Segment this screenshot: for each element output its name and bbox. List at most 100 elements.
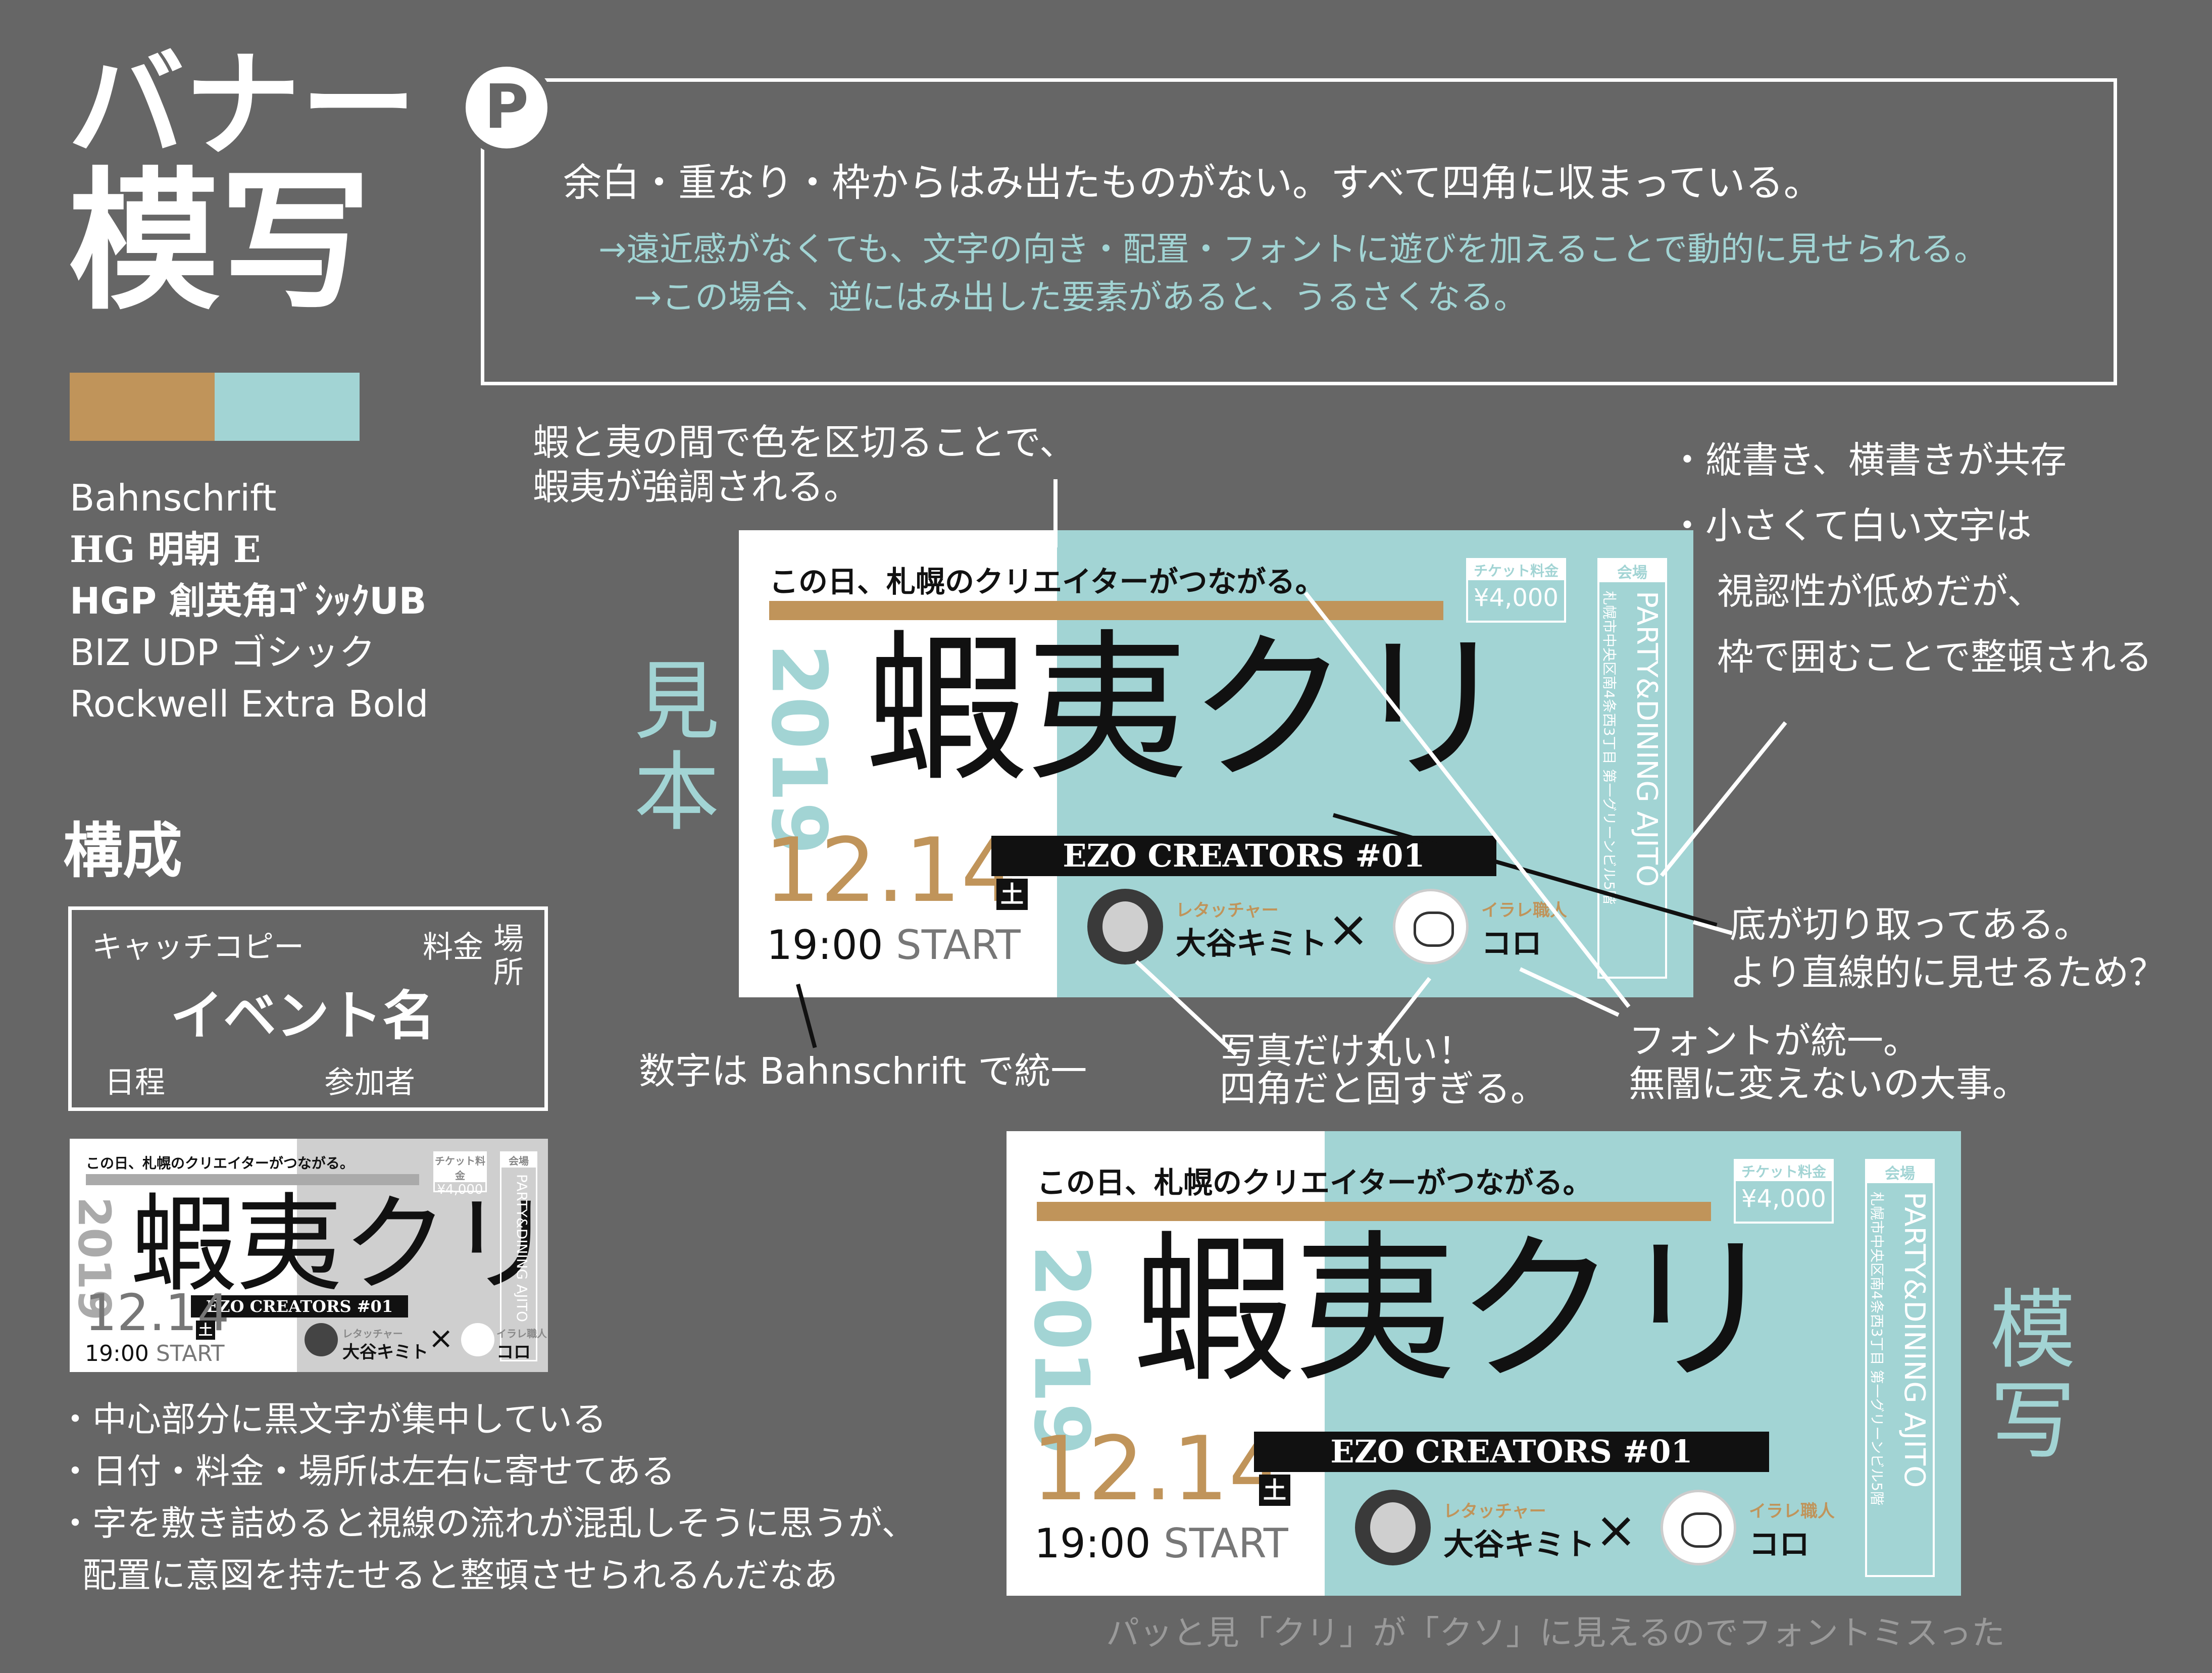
- structure-catch: キャッチコピー: [92, 930, 304, 965]
- copy-name1: 大谷キミト: [1443, 1527, 1595, 1562]
- sample-time: 19:00 START: [767, 922, 1021, 969]
- gray-avatar2: [461, 1323, 494, 1356]
- bullet-3: ・字を敷き詰めると視線の流れが混乱しそうに思うが、: [58, 1504, 916, 1544]
- gray-price-label: チケット料金: [435, 1153, 485, 1182]
- copy-role2: イラレ職人: [1749, 1501, 1835, 1522]
- sample-pricebox: チケット料金 ¥4,000: [1466, 558, 1566, 623]
- ann-vertical-1: ・縦書き、横書きが共存: [1669, 439, 2067, 481]
- ann-photo-2: 四角だと固すぎる。: [1220, 1068, 1547, 1110]
- sample-price-label: チケット料金: [1468, 560, 1564, 580]
- sample-venue-name: PARTY&DINING AJITO: [1630, 591, 1663, 887]
- copy-date: 12.14: [1032, 1418, 1285, 1520]
- gray-pricebox: チケット料金 ¥4,000: [433, 1151, 487, 1197]
- swatch-gold: [70, 373, 215, 441]
- copy-avatar-photo: [1355, 1490, 1431, 1565]
- gray-venue-label: 会場: [501, 1153, 536, 1168]
- sample-banner: この日、札幌のクリエイターがつながる。 2019 蝦夷クリ 12.14 土 19…: [739, 530, 1693, 997]
- ann-color-split-1: 蝦と夷の間で色を区切ることで、: [533, 421, 1076, 464]
- structure-participants: 参加者: [324, 1065, 415, 1100]
- ann-vertical-2: ・小さくて白い文字は: [1669, 504, 2032, 547]
- copy-pricebox: チケット料金 ¥4,000: [1734, 1159, 1834, 1224]
- gray-start: START: [156, 1341, 225, 1366]
- copy-cross: ×: [1595, 1500, 1637, 1559]
- copy-time: 19:00 START: [1034, 1520, 1288, 1567]
- swatch-teal: [215, 373, 360, 441]
- ann-cut-2: より直線的に見せるため？: [1730, 951, 2166, 994]
- bullet-list: ・中心部分に黒文字が集中している ・日付・料金・場所は左右に寄せてある ・字を敷…: [58, 1394, 916, 1602]
- sample-dow: 土: [996, 879, 1028, 910]
- gray-price: ¥4,000: [437, 1182, 483, 1197]
- structure-place: 場所: [493, 922, 524, 990]
- page-title-line1: バナー: [68, 38, 417, 173]
- sample-catch: この日、札幌のクリエイターがつながる。: [769, 565, 1325, 599]
- copy-catch: この日、札幌のクリエイターがつながる。: [1037, 1165, 1592, 1200]
- point-badge-letter: P: [484, 72, 529, 142]
- label-sample: 見本: [634, 652, 720, 843]
- sample-date: 12.14: [764, 820, 1017, 922]
- ann-vertical-4: 枠で囲むことで整頓される: [1717, 636, 2152, 678]
- ann-font-2: 無闇に変えないの大事。: [1629, 1062, 2029, 1105]
- point-sub2: →この場合、逆にはみ出した要素があると、うるさくなる。: [634, 278, 1527, 317]
- gray-time: 19:00 START: [85, 1341, 225, 1366]
- font-list: Bahnschrift HG 明朝 E HGP 創英角ｺﾞｼｯｸUB BIZ U…: [70, 472, 428, 730]
- copy-subtitle: EZO CREATORS #01: [1254, 1432, 1769, 1472]
- copy-address: 札幌市中央区南4条西3丁目 第一グリーンビル5階: [1869, 1192, 1885, 1505]
- structure-schedule: 日程: [105, 1065, 165, 1100]
- ann-font-1: フォントが統一。: [1629, 1020, 1920, 1062]
- page-title-line2: 模写: [68, 154, 371, 330]
- sample-role1: レタッチャー: [1176, 900, 1279, 921]
- structure-heading: 構成: [63, 816, 183, 886]
- sample-avatar-photo: [1087, 889, 1163, 965]
- copy-banner: この日、札幌のクリエイターがつながる。 2019 蝦夷クリ 12.14 土 19…: [1007, 1131, 1961, 1596]
- copy-role1: レタッチャー: [1443, 1501, 1546, 1522]
- font-hg-mincho: HG 明朝 E: [70, 528, 261, 571]
- copy-price-label: チケット料金: [1736, 1161, 1832, 1181]
- bullet-2: ・日付・料金・場所は左右に寄せてある: [58, 1452, 675, 1492]
- bullet-1: ・中心部分に黒文字が集中している: [58, 1400, 607, 1440]
- font-bahnschrift: Bahnschrift: [70, 477, 277, 519]
- footer-note: パッと見「クリ」が「クソ」に見えるのでフォントミスった: [1106, 1613, 2005, 1652]
- sample-time-value: 19:00: [767, 922, 883, 969]
- sample-title: 蝦夷クリ: [865, 616, 1512, 803]
- bullet-4: 配置に意図を持たせると整頓させられるんだなあ: [82, 1556, 838, 1596]
- copy-title: 蝦夷クリ: [1133, 1216, 1779, 1404]
- copy-start: START: [1163, 1520, 1288, 1567]
- ann-numbers: 数字は Bahnschrift で統一: [639, 1050, 1087, 1092]
- sample-name2: コロ: [1481, 926, 1542, 961]
- ann-vertical-3: 視認性が低めだが、: [1717, 570, 2044, 613]
- gray-dow: 土: [196, 1321, 215, 1340]
- structure-diagram: キャッチコピー 料金 場所 イベント名 日程 参加者: [68, 906, 548, 1111]
- copy-dow: 土: [1259, 1475, 1290, 1506]
- gray-catch: この日、札幌のクリエイターがつながる。: [86, 1155, 354, 1172]
- copy-venue-name: PARTY&DINING AJITO: [1898, 1192, 1931, 1488]
- sample-name1: 大谷キミト: [1176, 926, 1327, 961]
- ann-color-split-2: 蝦夷が強調される。: [533, 466, 861, 508]
- font-hgp-soei: HGP 創英角ｺﾞｼｯｸUB: [70, 580, 427, 622]
- sample-price: ¥4,000: [1474, 584, 1559, 612]
- copy-name2: コロ: [1749, 1527, 1809, 1562]
- structure-price: 料金: [423, 930, 483, 965]
- copy-avatar-cat: [1661, 1490, 1736, 1565]
- copy-time-value: 19:00: [1034, 1520, 1151, 1567]
- point-badge-inner: P: [466, 67, 547, 148]
- structure-event: イベント名: [170, 985, 436, 1047]
- sample-venue-label: 会場: [1599, 560, 1665, 582]
- point-main: 余白・重なり・枠からはみ出たものがない。すべて四角に収まっている。: [563, 160, 1822, 205]
- font-biz-udp: BIZ UDP ゴシック: [70, 631, 376, 674]
- gray-time-value: 19:00: [85, 1341, 149, 1366]
- grayscale-banner: この日、札幌のクリエイターがつながる。 2019 蝦夷クリ EZO CREATO…: [70, 1139, 548, 1372]
- font-rockwell: Rockwell Extra Bold: [70, 683, 429, 725]
- sample-address: 札幌市中央区南4条西3丁目 第一グリーンビル5階: [1601, 591, 1618, 904]
- point-sub1: →遠近感がなくても、文字の向き・配置・フォントに遊びを加えることで動的に見せられ…: [598, 230, 1988, 269]
- label-copy: 模写: [1990, 1281, 2076, 1472]
- ann-cut-1: 底が切り取ってある。: [1730, 903, 2091, 946]
- copy-price: ¥4,000: [1741, 1185, 1826, 1213]
- sample-start: START: [895, 922, 1021, 969]
- pointer-color-split: [1053, 479, 1058, 547]
- gray-name1: 大谷キミト: [342, 1342, 428, 1362]
- copy-venue-label: 会場: [1867, 1161, 1933, 1183]
- gray-name2: コロ: [496, 1342, 531, 1362]
- gray-cross: ×: [428, 1321, 454, 1356]
- gray-venue-name: PARTY&DINING AJITO: [514, 1174, 530, 1323]
- sample-avatar-cat: [1393, 889, 1469, 965]
